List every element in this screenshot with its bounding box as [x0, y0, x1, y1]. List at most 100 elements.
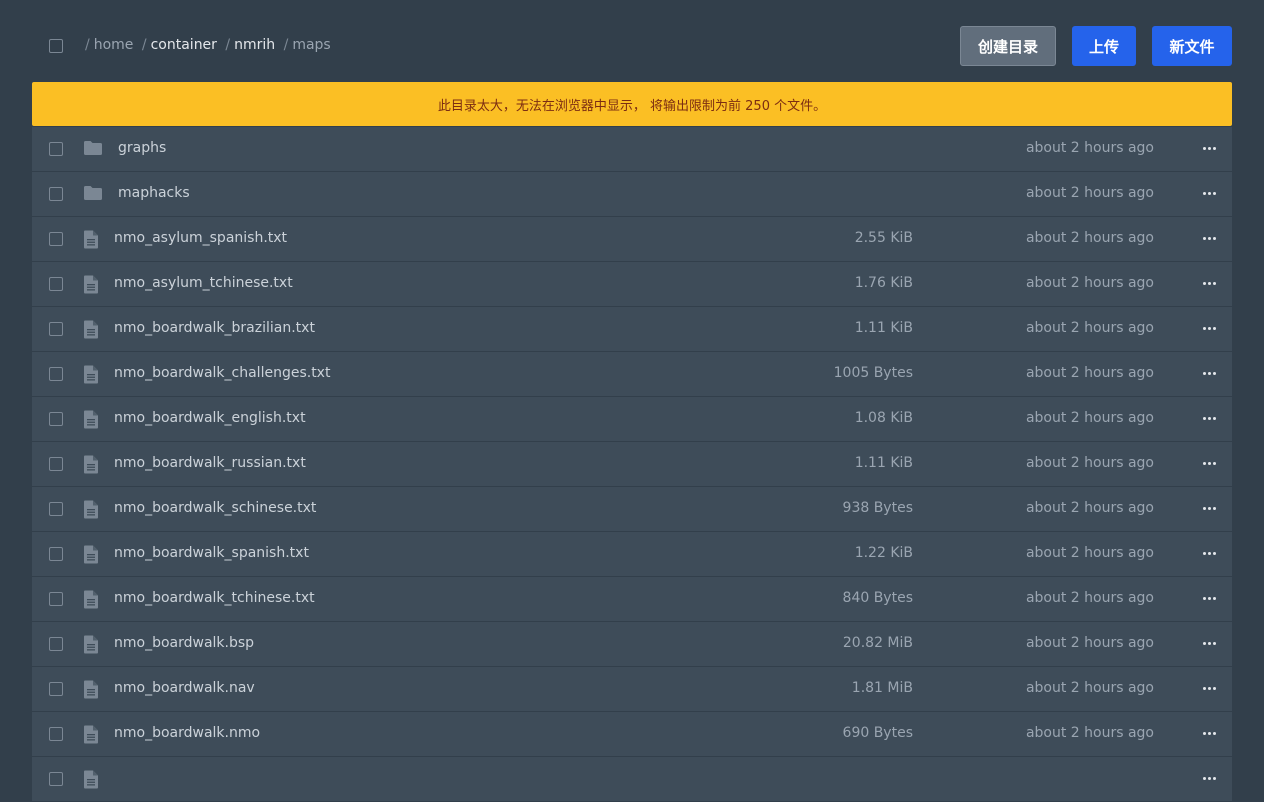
- file-row[interactable]: nmo_boardwalk_russian.txt 1.11 KiB about 2…: [32, 442, 1232, 487]
- file-row[interactable]: nmo_boardwalk_schinese.txt 938 Bytes about…: [32, 487, 1232, 532]
- new-file-button[interactable]: 新文件: [1152, 26, 1232, 66]
- row-checkbox[interactable]: [49, 142, 63, 156]
- row-checkbox[interactable]: [49, 322, 63, 336]
- file-size: 840 Bytes: [842, 590, 913, 606]
- file-modified-time: about 2 hours ago: [1025, 545, 1154, 561]
- file-icon: [83, 635, 99, 658]
- file-icon: [83, 320, 99, 343]
- breadcrumb-item-home[interactable]: home: [94, 37, 134, 53]
- file-name[interactable]: graphs: [118, 139, 166, 158]
- more-actions-icon[interactable]: [1201, 680, 1217, 696]
- breadcrumb: / home / container / nmrih / maps: [81, 36, 331, 55]
- folder-icon: [83, 185, 103, 205]
- more-actions-icon[interactable]: [1201, 455, 1217, 471]
- breadcrumb-separator: /: [283, 37, 289, 53]
- more-actions-icon[interactable]: [1201, 140, 1217, 156]
- file-name[interactable]: nmo_boardwalk_brazilian.txt: [114, 319, 315, 338]
- file-icon: [83, 365, 99, 388]
- breadcrumb-item-nmrih[interactable]: nmrih: [234, 37, 275, 53]
- file-modified-time: about 2 hours ago: [1025, 410, 1154, 426]
- row-checkbox[interactable]: [49, 187, 63, 201]
- file-row[interactable]: nmo_boardwalk.nmo 690 Bytes about 2 hours …: [32, 712, 1232, 757]
- row-checkbox[interactable]: [49, 232, 63, 246]
- file-modified-time: about 2 hours ago: [1025, 680, 1154, 696]
- row-checkbox[interactable]: [49, 412, 63, 426]
- file-name[interactable]: nmo_asylum_tchinese.txt: [114, 274, 293, 293]
- file-icon: [83, 230, 99, 253]
- row-checkbox[interactable]: [49, 277, 63, 291]
- file-name[interactable]: nmo_boardwalk_russian.txt: [114, 454, 306, 473]
- more-actions-icon[interactable]: [1201, 590, 1217, 606]
- breadcrumb-separator: /: [225, 37, 231, 53]
- upload-button[interactable]: 上传: [1072, 26, 1136, 66]
- more-actions-icon[interactable]: [1201, 410, 1217, 426]
- more-actions-icon[interactable]: [1201, 770, 1217, 786]
- row-checkbox[interactable]: [49, 457, 63, 471]
- more-actions-icon[interactable]: [1201, 365, 1217, 381]
- folder-icon: [83, 140, 103, 160]
- row-checkbox[interactable]: [49, 727, 63, 741]
- more-actions-icon[interactable]: [1201, 545, 1217, 561]
- file-row[interactable]: nmo_boardwalk.nav 1.81 MiB about 2 hours a…: [32, 667, 1232, 712]
- file-row[interactable]: nmo_asylum_tchinese.txt 1.76 KiB about 2 h…: [32, 262, 1232, 307]
- row-checkbox[interactable]: [49, 682, 63, 696]
- file-row[interactable]: nmo_boardwalk_challenges.txt 1005 Bytes ab…: [32, 352, 1232, 397]
- file-name[interactable]: nmo_boardwalk_english.txt: [114, 409, 306, 428]
- file-name[interactable]: nmo_boardwalk_tchinese.txt: [114, 589, 315, 608]
- file-row[interactable]: nmo_boardwalk_tchinese.txt 840 Bytes about…: [32, 577, 1232, 622]
- file-modified-time: about 2 hours ago: [1025, 365, 1154, 381]
- file-name[interactable]: nmo_boardwalk.nmo: [114, 724, 260, 743]
- create-directory-button[interactable]: 创建目录: [960, 26, 1056, 66]
- file-name[interactable]: nmo_boardwalk_challenges.txt: [114, 364, 330, 383]
- file-modified-time: about 2 hours ago: [1025, 500, 1154, 516]
- file-name[interactable]: nmo_boardwalk.bsp: [114, 634, 254, 653]
- row-checkbox[interactable]: [49, 547, 63, 561]
- file-row[interactable]: nmo_boardwalk.bsp 20.82 MiB about 2 hours …: [32, 622, 1232, 667]
- file-row[interactable]: graphs about 2 hours ago: [32, 127, 1232, 172]
- more-actions-icon[interactable]: [1201, 725, 1217, 741]
- row-checkbox[interactable]: [49, 772, 63, 786]
- file-size: 1.76 KiB: [854, 275, 913, 291]
- file-size: 20.82 MiB: [842, 635, 913, 651]
- more-actions-icon[interactable]: [1201, 635, 1217, 651]
- row-checkbox[interactable]: [49, 367, 63, 381]
- select-all-checkbox[interactable]: [49, 39, 63, 53]
- file-size: 690 Bytes: [842, 725, 913, 741]
- file-row[interactable]: [32, 757, 1232, 802]
- file-name[interactable]: nmo_asylum_spanish.txt: [114, 229, 287, 248]
- file-modified-time: about 2 hours ago: [1025, 590, 1154, 606]
- row-checkbox[interactable]: [49, 592, 63, 606]
- breadcrumb-item-container[interactable]: container: [151, 37, 217, 53]
- file-size: 1005 Bytes: [833, 365, 913, 381]
- file-modified-time: about 2 hours ago: [1025, 185, 1154, 201]
- breadcrumb-separator: /: [85, 37, 90, 53]
- row-checkbox[interactable]: [49, 637, 63, 651]
- file-size: 1.11 KiB: [854, 320, 913, 336]
- file-name[interactable]: nmo_boardwalk.nav: [114, 679, 255, 698]
- file-name[interactable]: maphacks: [118, 184, 190, 203]
- file-modified-time: about 2 hours ago: [1025, 140, 1154, 156]
- file-size: 938 Bytes: [842, 500, 913, 516]
- row-checkbox[interactable]: [49, 502, 63, 516]
- file-modified-time: about 2 hours ago: [1025, 275, 1154, 291]
- more-actions-icon[interactable]: [1201, 500, 1217, 516]
- more-actions-icon[interactable]: [1201, 275, 1217, 291]
- file-row[interactable]: maphacks about 2 hours ago: [32, 172, 1232, 217]
- file-row[interactable]: nmo_boardwalk_english.txt 1.08 KiB about 2…: [32, 397, 1232, 442]
- more-actions-icon[interactable]: [1201, 185, 1217, 201]
- more-actions-icon[interactable]: [1201, 320, 1217, 336]
- file-icon: [83, 500, 99, 523]
- file-icon: [83, 410, 99, 433]
- file-icon: [83, 590, 99, 613]
- file-size: 1.08 KiB: [854, 410, 913, 426]
- file-name[interactable]: nmo_boardwalk_schinese.txt: [114, 499, 316, 518]
- file-row[interactable]: nmo_asylum_spanish.txt 2.55 KiB about 2 ho…: [32, 217, 1232, 262]
- directory-too-large-notice: 此目录太大，无法在浏览器中显示， 将输出限制为前 250 个文件。: [32, 82, 1232, 126]
- file-row[interactable]: nmo_boardwalk_spanish.txt 1.22 KiB about 2…: [32, 532, 1232, 577]
- file-name[interactable]: nmo_boardwalk_spanish.txt: [114, 544, 309, 563]
- more-actions-icon[interactable]: [1201, 230, 1217, 246]
- file-modified-time: about 2 hours ago: [1025, 725, 1154, 741]
- file-size: 1.22 KiB: [854, 545, 913, 561]
- file-icon: [83, 680, 99, 703]
- file-row[interactable]: nmo_boardwalk_brazilian.txt 1.11 KiB about…: [32, 307, 1232, 352]
